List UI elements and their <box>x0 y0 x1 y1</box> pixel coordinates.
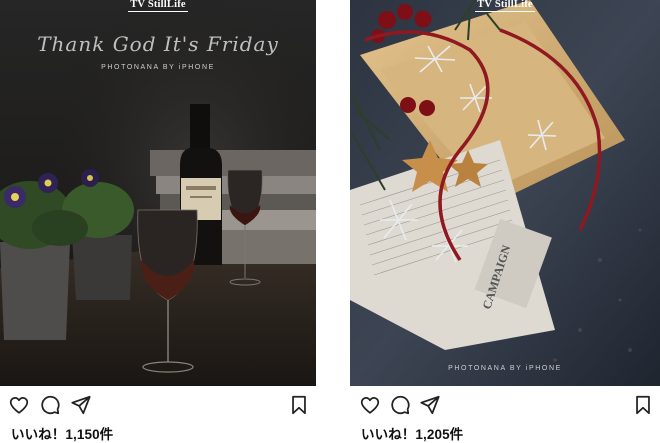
post-1-photo[interactable]: TV StillLife Thank God It's Friday PHOTO… <box>0 0 316 386</box>
watermark-text: TV StillLife <box>475 0 535 12</box>
post-1-actions <box>0 394 316 416</box>
comment-icon[interactable] <box>389 394 411 416</box>
script-caption: Thank God It's Friday <box>37 32 279 56</box>
bookmark-icon[interactable] <box>632 394 654 416</box>
christmas-still-life-image: CAMPAIGN <box>350 0 660 386</box>
watermark: TV StillLife <box>0 0 316 12</box>
wine-still-life-image <box>0 0 316 386</box>
photo-credit: PHOTONANA BY iPHONE <box>448 365 562 372</box>
share-icon[interactable] <box>419 394 441 416</box>
heart-icon[interactable] <box>359 394 381 416</box>
watermark: TV StillLife <box>350 0 660 12</box>
like-count[interactable]: いいね！1,150件 <box>11 423 113 443</box>
share-icon[interactable] <box>70 394 92 416</box>
comment-icon[interactable] <box>39 394 61 416</box>
photo-credit: PHOTONANA BY iPHONE <box>101 64 215 71</box>
watermark-text: TV StillLife <box>128 0 188 12</box>
post-2-actions <box>350 394 660 416</box>
bookmark-icon[interactable] <box>288 394 310 416</box>
heart-icon[interactable] <box>8 394 30 416</box>
post-2-photo[interactable]: CAMPAIGN TV StillLife PHOTONANA BY iPHON… <box>350 0 660 386</box>
like-count[interactable]: いいね！1,205件 <box>361 423 463 443</box>
